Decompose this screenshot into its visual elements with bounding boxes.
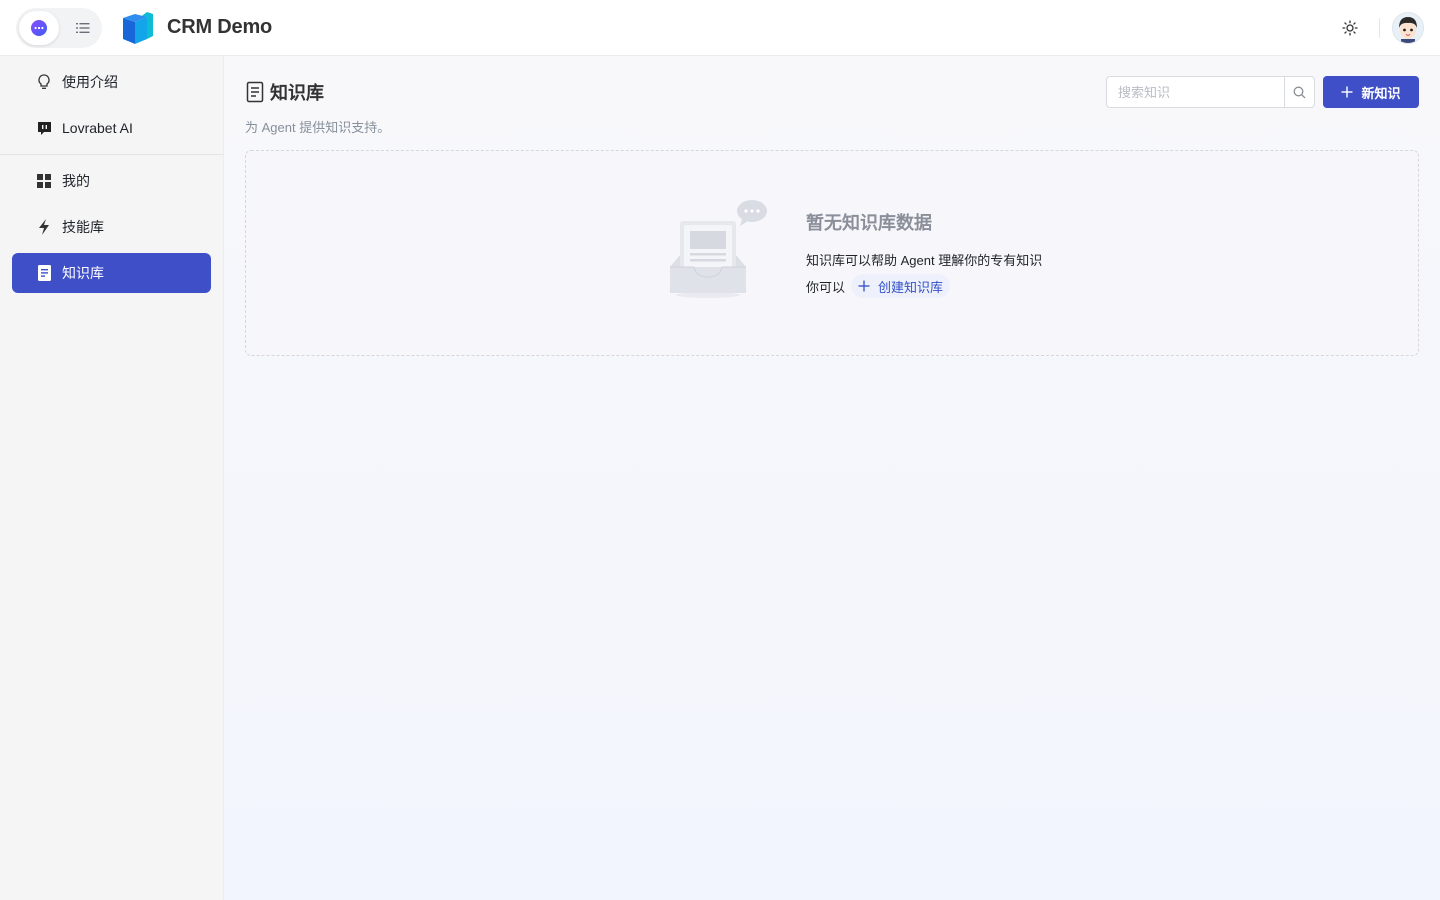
page-subtitle: 为 Agent 提供知识支持。 — [245, 120, 391, 135]
new-knowledge-button[interactable]: 新知识 — [1323, 76, 1419, 108]
top-header: CRM Demo — [0, 0, 1440, 56]
new-knowledge-label: 新知识 — [1361, 85, 1401, 101]
page-header: 知识库 — [245, 79, 324, 105]
app-logo-icon — [123, 12, 153, 44]
user-avatar[interactable] — [1392, 12, 1424, 44]
app-title: CRM Demo — [167, 16, 273, 38]
create-link-label: 创建知识库 — [878, 279, 944, 295]
chat-bubble-icon — [31, 20, 47, 36]
plus-icon — [1341, 86, 1353, 98]
sidebar-item-skills[interactable]: 技能库 — [12, 207, 211, 247]
empty-state-title: 暂无知识库数据 — [806, 213, 932, 233]
sidebar-item-lovrabet-ai[interactable]: Lovrabet AI — [12, 108, 211, 148]
grid-icon — [36, 173, 52, 189]
sidebar-item-mine[interactable]: 我的 — [12, 161, 211, 201]
empty-state-prompt: 你可以 — [806, 279, 846, 295]
theme-toggle-button[interactable] — [1338, 16, 1362, 40]
sidebar: 使用介绍 Lovrabet AI 我的 技能库 知识库 — [0, 56, 224, 900]
list-icon — [76, 23, 90, 33]
search-box — [1106, 76, 1315, 108]
chat-mode-button[interactable] — [19, 11, 59, 45]
empty-state-card: 暂无知识库数据 知识库可以帮助 Agent 理解你的专有知识 你可以 创建知识库 — [245, 150, 1419, 356]
search-input[interactable] — [1107, 77, 1284, 107]
sun-icon — [1342, 20, 1358, 36]
sidebar-item-label: Lovrabet AI — [62, 120, 133, 136]
mode-toggle[interactable] — [16, 8, 102, 48]
sidebar-item-label: 技能库 — [62, 219, 104, 235]
chat-square-icon — [36, 120, 52, 136]
empty-state-actions: 你可以 创建知识库 — [806, 274, 951, 298]
sidebar-item-knowledge-base[interactable]: 知识库 — [12, 253, 211, 293]
search-icon — [1293, 86, 1306, 98]
header-divider — [1379, 18, 1380, 38]
sidebar-item-label: 使用介绍 — [62, 74, 118, 90]
document-icon — [36, 265, 52, 281]
sidebar-item-label: 知识库 — [62, 265, 104, 281]
search-button[interactable] — [1284, 77, 1314, 107]
main-content: 知识库 为 Agent 提供知识支持。 新知识 暂无知识库数 — [224, 56, 1440, 900]
sidebar-item-label: 我的 — [62, 173, 90, 189]
sidebar-divider — [0, 154, 223, 155]
avatar-face-icon — [1393, 13, 1423, 43]
lightning-icon — [36, 219, 52, 235]
list-mode-button[interactable] — [68, 11, 98, 45]
empty-inbox-illustration — [670, 200, 767, 298]
sidebar-item-intro[interactable]: 使用介绍 — [12, 62, 211, 102]
knowledge-doc-icon — [246, 81, 264, 103]
lightbulb-icon — [36, 74, 52, 90]
empty-state-description: 知识库可以帮助 Agent 理解你的专有知识 — [806, 253, 1043, 268]
plus-icon — [858, 280, 870, 292]
create-knowledge-base-link[interactable]: 创建知识库 — [851, 274, 951, 298]
page-title: 知识库 — [270, 83, 324, 103]
